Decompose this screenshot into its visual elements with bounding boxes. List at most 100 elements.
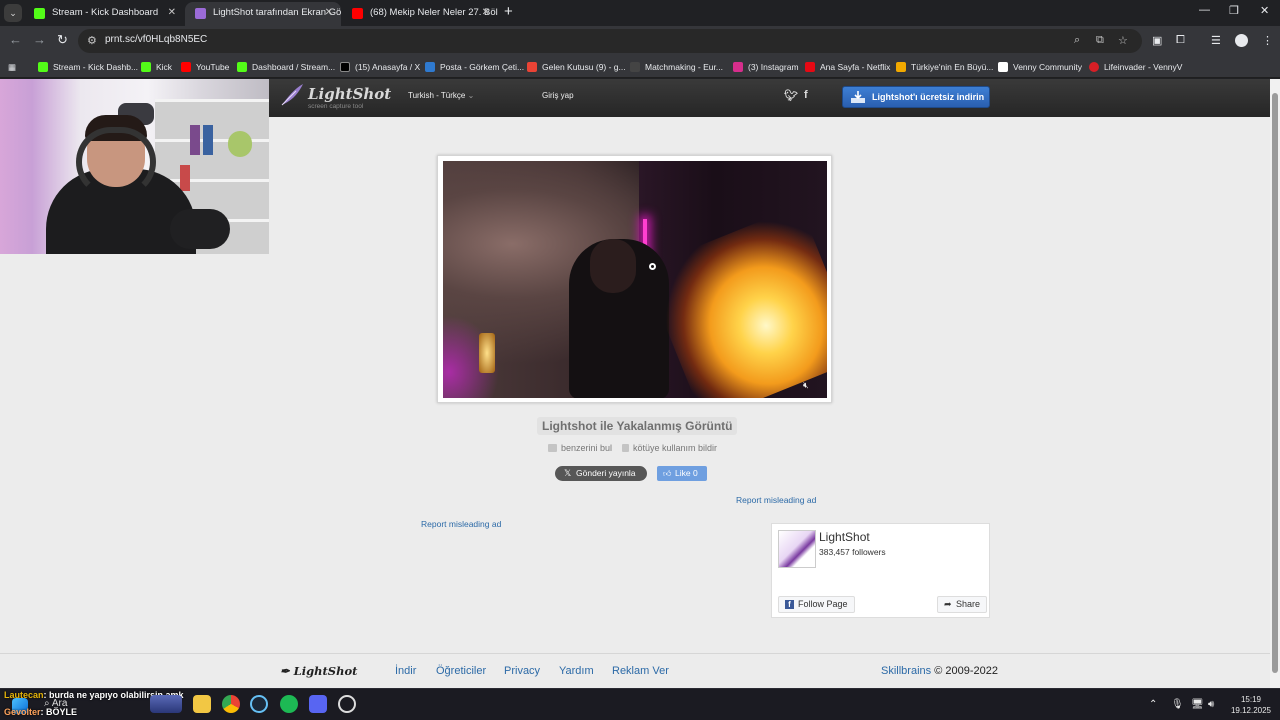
restore-icon[interactable]: ❐ (1229, 4, 1239, 17)
bookmark-item[interactable]: Lifeinvader - VennyV (1089, 60, 1182, 74)
bookmark-label: Kick (156, 62, 173, 72)
facebook-follower-count: 383,457 followers (819, 547, 886, 557)
widget-icon[interactable] (150, 695, 182, 713)
browser-toolbar: ← → ↻ ⚙ prnt.sc/vf0HLqb8N5EC ⌕ ⧉ ☆ ▣ ⧠ ☰… (0, 26, 1280, 56)
screen: ⌄ Stream - Kick Dashboard ✕ LightShot ta… (0, 0, 1280, 720)
spotify-icon[interactable] (280, 695, 298, 713)
bookmark-item[interactable]: (3) Instagram (733, 60, 799, 74)
bookmark-label: Stream - Kick Dashb... (53, 62, 139, 72)
footer-divider (0, 653, 1270, 654)
bookmark-item[interactable]: Türkiye'nin En Büyü... (896, 60, 993, 74)
volume-icon[interactable]: 🔊︎ (1208, 699, 1214, 710)
lightshot-page-avatar[interactable] (778, 530, 816, 568)
menu-kebab-icon[interactable]: ⋮ (1262, 34, 1273, 47)
lightshot-logo[interactable]: LightShot screen capture tool (280, 82, 391, 112)
bookmark-item[interactable]: Gelen Kutusu (9) - g... (527, 60, 626, 74)
bookmark-item[interactable]: Venny Community (998, 60, 1082, 74)
scrollbar-thumb[interactable] (1272, 93, 1278, 673)
tab-lightshot[interactable]: LightShot tarafından Ekran Gör ✕ (185, 2, 341, 26)
bookmark-label: Dashboard / Stream... (252, 62, 336, 72)
bookmark-label: Posta - Görkem Çeti... (440, 62, 525, 72)
venny-icon (998, 62, 1008, 72)
system-clock[interactable]: 15:19 19.12.2025 (1228, 694, 1274, 716)
bookmark-star-icon[interactable]: ☆ (1118, 34, 1128, 47)
footer-link-download[interactable]: İndir (395, 665, 416, 677)
profile-avatar-icon[interactable] (1235, 34, 1248, 47)
extensions-puzzle-icon[interactable]: ⧠ (1176, 34, 1185, 47)
bookmark-item[interactable]: Kick (141, 60, 172, 74)
book (180, 165, 190, 191)
bookmark-item[interactable]: Dashboard / Stream... (237, 60, 335, 74)
apps-grid-icon[interactable]: ▦ (8, 60, 16, 74)
bookmark-item[interactable]: Stream - Kick Dashb... (38, 60, 138, 74)
kick-icon (38, 62, 48, 72)
network-icon[interactable]: 🖥︎ (1191, 699, 1204, 710)
login-link[interactable]: Giriş yap (542, 91, 574, 100)
site-info-icon[interactable]: ⚙ (87, 34, 97, 47)
language-select[interactable]: Turkish - Türkçe ⌄ (408, 91, 474, 100)
tab-kick-dashboard[interactable]: Stream - Kick Dashboard ✕ (24, 2, 184, 26)
forward-icon[interactable]: → (33, 33, 46, 47)
obs-icon[interactable] (338, 695, 356, 713)
bookmark-item[interactable]: Ana Sayfa - Netflix (805, 60, 890, 74)
find-similar-link[interactable]: benzerini bul (548, 443, 612, 453)
facebook-icon[interactable]: f (804, 89, 808, 101)
back-icon[interactable]: ← (9, 33, 22, 47)
tweet-button[interactable]: 𝕏 Gönderi yayınla (555, 466, 647, 481)
lightshot-icon (195, 8, 206, 19)
bookmark-item[interactable]: (15) Anasayfa / X (340, 60, 420, 74)
bookmark-item[interactable]: Matchmaking - Eur... (630, 60, 723, 74)
facebook-page-name[interactable]: LightShot (819, 530, 870, 544)
close-tab-icon[interactable]: ✕ (325, 2, 333, 24)
streamer-arm (170, 209, 230, 249)
discord-icon[interactable] (309, 695, 327, 713)
reading-list-icon[interactable]: ☰ (1211, 34, 1221, 47)
facebook-like-button[interactable]: 👍︎ Like 0 (657, 466, 707, 481)
install-app-icon[interactable]: ⧉ (1096, 34, 1104, 47)
skillbrains-link[interactable]: Skillbrains (881, 665, 931, 677)
reload-icon[interactable]: ↻ (57, 33, 68, 47)
tab-search-button[interactable]: ⌄ (4, 4, 22, 22)
trash-icon (622, 444, 629, 452)
footer-link-tutorials[interactable]: Öğreticiler (436, 665, 486, 677)
bookmark-item[interactable]: YouTube (181, 60, 229, 74)
footer-logo[interactable]: ✒ LightShot (280, 664, 357, 678)
youtube-icon (352, 8, 363, 19)
tray-expand-icon[interactable]: ⌃ (1149, 699, 1157, 710)
matchmaking-icon (630, 62, 640, 72)
captured-screenshot[interactable]: 🔇︎ (443, 161, 827, 398)
bookmark-label: (3) Instagram (748, 62, 799, 72)
tab-youtube[interactable]: (68) Mekip Neler Neler 27. Bölü ✕ (342, 2, 498, 26)
address-bar[interactable]: ⚙ prnt.sc/vf0HLqb8N5EC ⌕ ⧉ ☆ (78, 29, 1142, 53)
chrome-icon[interactable] (222, 695, 240, 713)
report-abuse-link[interactable]: kötüye kullanım bildir (622, 443, 717, 453)
close-tab-icon[interactable]: ✕ (168, 2, 176, 24)
logo-tagline: screen capture tool (308, 103, 364, 110)
page-scrollbar[interactable] (1270, 79, 1280, 688)
share-arrow-icon: ➦ (944, 599, 952, 609)
footer-link-advertise[interactable]: Reklam Ver (612, 665, 669, 677)
minimize-icon[interactable]: — (1199, 4, 1210, 16)
microphone-icon[interactable]: 🎙︎ (1171, 699, 1184, 710)
new-tab-button[interactable]: + (504, 4, 513, 20)
bookmark-label: Ana Sayfa - Netflix (820, 62, 891, 72)
zoom-icon[interactable]: ⌕ (1074, 34, 1080, 47)
footer-link-privacy[interactable]: Privacy (504, 665, 540, 677)
instagram-icon (733, 62, 743, 72)
report-misleading-ad-link[interactable]: Report misleading ad (736, 495, 816, 505)
extension-icon[interactable]: ▣ (1152, 34, 1162, 47)
footer-link-help[interactable]: Yardım (559, 665, 594, 677)
close-window-icon[interactable]: ✕ (1260, 4, 1269, 17)
follow-page-button[interactable]: f Follow Page (778, 596, 855, 613)
tab-bar: ⌄ Stream - Kick Dashboard ✕ LightShot ta… (0, 0, 1280, 26)
bookmark-item[interactable]: Posta - Görkem Çeti... (425, 60, 524, 74)
twitter-icon[interactable]: 🐦︎ (784, 89, 798, 102)
report-misleading-ad-link[interactable]: Report misleading ad (421, 519, 501, 529)
file-explorer-icon[interactable] (193, 695, 211, 713)
language-label: Turkish - Türkçe (408, 91, 466, 100)
close-tab-icon[interactable]: ✕ (482, 2, 490, 24)
share-button[interactable]: ➦ Share (937, 596, 988, 613)
mute-icon[interactable]: 🔇︎ (803, 380, 809, 391)
download-button[interactable]: Lightshot'ı ücretsiz indirin (842, 86, 990, 108)
steam-icon[interactable] (250, 695, 268, 713)
